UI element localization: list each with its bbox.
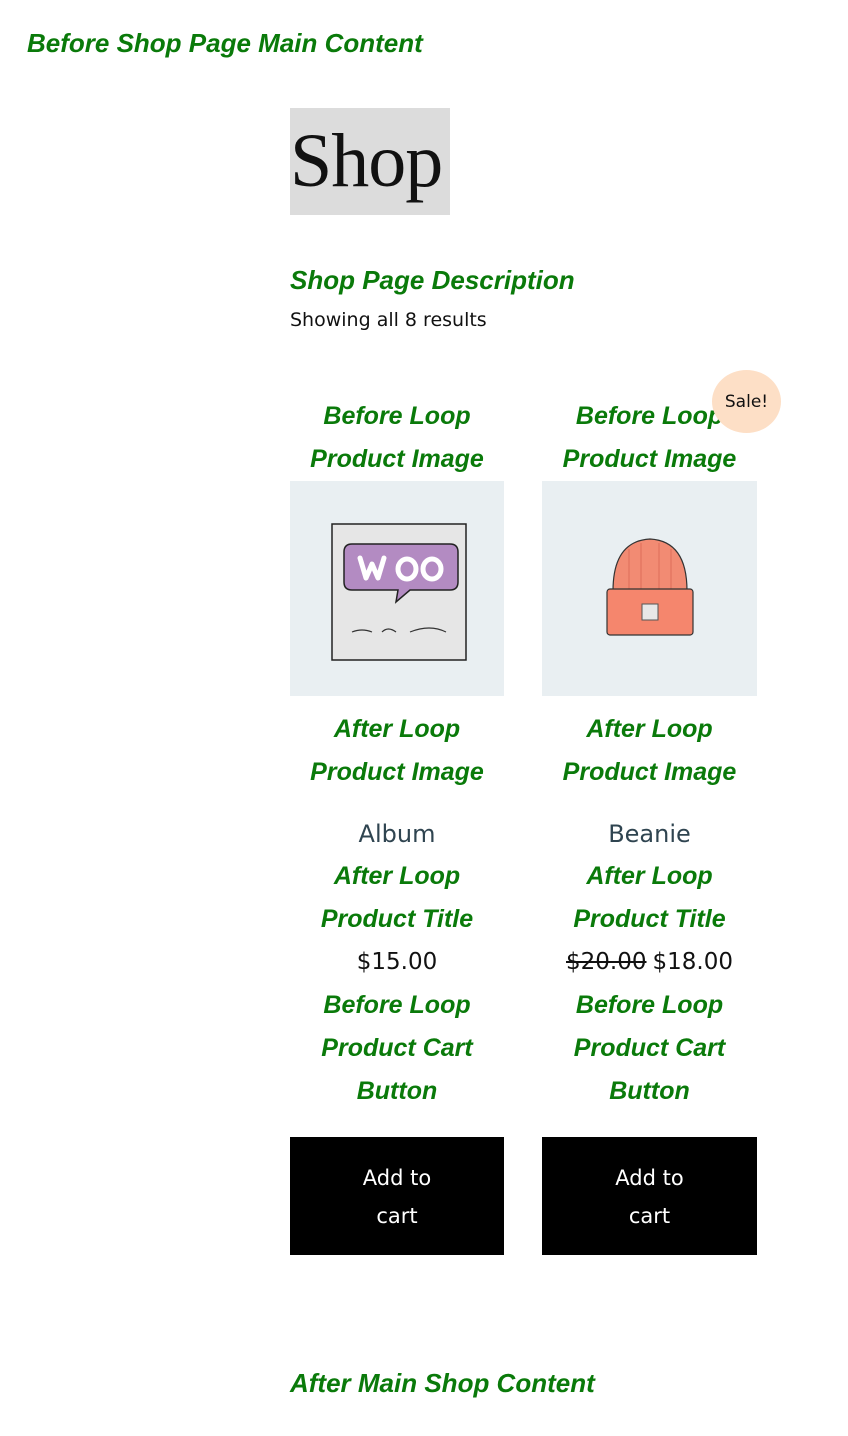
before-loop-product-image-hook: Before Loop Product Image xyxy=(290,395,504,481)
shop-page: Before Shop Page Main Content Shop Shop … xyxy=(0,0,848,1436)
add-to-cart-button-beanie[interactable]: Add to cart xyxy=(542,1137,757,1255)
before-loop-product-cart-button-hook: Before Loop Product Cart Button xyxy=(542,984,757,1113)
hook-line: Before Loop xyxy=(323,991,471,1019)
product-price-album: $15.00 xyxy=(356,949,438,975)
sale-badge: Sale! xyxy=(712,370,781,433)
product-title-album[interactable]: Album xyxy=(290,813,504,855)
page-title: Shop xyxy=(290,108,450,215)
hook-line: Product Image xyxy=(310,758,484,786)
beanie-icon xyxy=(605,537,694,636)
hook-line: Before Loop xyxy=(575,991,724,1019)
result-count: Showing all 8 results xyxy=(290,309,487,331)
hook-line: Product Cart xyxy=(573,1034,726,1062)
product-price-beanie: $20.00 $18.00 xyxy=(542,941,757,984)
hook-line: After Loop xyxy=(333,862,461,890)
hook-line: Product Image xyxy=(310,445,484,473)
regular-price: $20.00 xyxy=(566,949,647,975)
product-image-link-beanie[interactable] xyxy=(542,481,757,696)
hook-line: Before Loop xyxy=(323,402,471,430)
hook-line: Product Image xyxy=(562,758,737,786)
hook-line: Product Title xyxy=(320,905,474,933)
hook-line: Button xyxy=(356,1077,438,1105)
after-loop-product-image-hook: After Loop Product Image xyxy=(290,708,504,794)
sale-price: $18.00 xyxy=(652,949,733,975)
hook-line: Button xyxy=(609,1077,690,1105)
after-loop-product-title-hook: After Loop Product Title xyxy=(542,855,757,941)
before-loop-product-cart-button-hook: Before Loop Product Cart Button xyxy=(290,984,504,1113)
hook-line: Product Cart xyxy=(321,1034,473,1062)
shop-page-description-hook: Shop Page Description xyxy=(290,265,575,295)
product-image-link-album[interactable] xyxy=(290,481,504,696)
after-loop-product-image-hook: After Loop Product Image xyxy=(542,708,757,794)
woo-album-icon xyxy=(331,522,467,661)
hook-line: Product Title xyxy=(573,905,726,933)
hook-line: After Loop xyxy=(586,715,713,743)
product-card-beanie: Before Loop Product Image After Loop Pro… xyxy=(542,395,757,1255)
after-loop-product-title-hook: After Loop Product Title xyxy=(290,855,504,941)
hook-line: Product Image xyxy=(562,445,737,473)
hook-line: After Loop xyxy=(333,715,461,743)
product-title-beanie[interactable]: Beanie xyxy=(542,813,757,855)
hook-line: After Loop xyxy=(586,862,713,890)
product-card-album: Before Loop Product Image After Loop Pro… xyxy=(290,395,504,1255)
before-shop-main-content-hook: Before Shop Page Main Content xyxy=(27,28,423,58)
after-main-shop-content-hook: After Main Shop Content xyxy=(290,1368,595,1398)
add-to-cart-button-album[interactable]: Add to cart xyxy=(290,1137,504,1255)
